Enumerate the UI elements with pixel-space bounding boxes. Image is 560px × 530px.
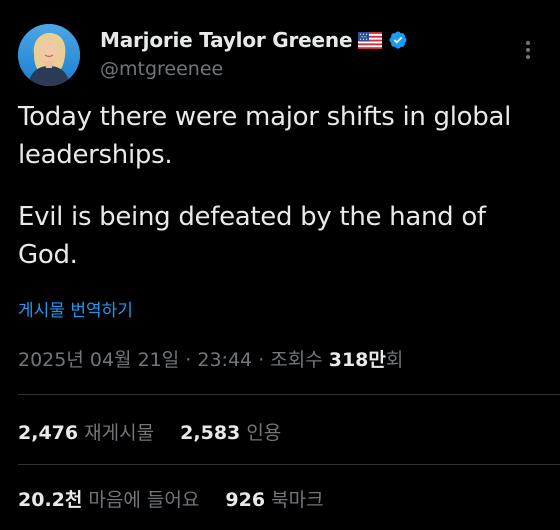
meta-separator: ·	[185, 349, 192, 371]
likes-count: 20.2천	[18, 489, 83, 511]
avatar[interactable]	[18, 24, 80, 86]
stats-row-engagement: 2,476 재게시물 2,583 인용	[18, 418, 281, 445]
bookmarks-count: 926	[225, 489, 266, 511]
views-label: 조회수	[270, 349, 323, 371]
quotes-count: 2,583	[180, 422, 241, 444]
views-count: 318만	[328, 349, 386, 371]
tweet-header: Marjorie Taylor Greene @mtgreenee	[18, 24, 542, 86]
likes-stat[interactable]: 20.2천 마음에 들어요	[18, 489, 205, 511]
reposts-count: 2,476	[18, 422, 79, 444]
reposts-stat[interactable]: 2,476 재게시물	[18, 422, 160, 444]
display-name[interactable]: Marjorie Taylor Greene	[100, 28, 353, 52]
views-suffix: 회	[385, 349, 404, 371]
post-date[interactable]: 2025년 04월 21일	[18, 349, 179, 371]
quotes-label: 인용	[246, 422, 282, 444]
post-time[interactable]: 23:44	[197, 349, 252, 371]
author-name-row: Marjorie Taylor Greene	[100, 28, 408, 52]
bookmarks-label: 북마크	[271, 489, 324, 511]
quotes-stat[interactable]: 2,583 인용	[180, 422, 281, 444]
tweet-text: Today there were major shifts in global …	[18, 98, 542, 298]
tweet-paragraph: Today there were major shifts in global …	[18, 102, 512, 170]
divider	[18, 464, 560, 465]
more-vertical-icon[interactable]	[518, 38, 538, 62]
tweet-paragraph: Evil is being defeated by the hand of Go…	[18, 202, 486, 270]
verified-badge-icon[interactable]	[388, 30, 408, 50]
likes-label: 마음에 들어요	[88, 489, 200, 511]
bookmarks-stat[interactable]: 926 북마크	[225, 489, 323, 511]
divider	[18, 394, 560, 395]
meta-separator: ·	[258, 349, 265, 371]
stats-row-likes: 20.2천 마음에 들어요 926 북마크	[18, 485, 324, 512]
reposts-label: 재게시물	[84, 422, 155, 444]
translate-post-link[interactable]: 게시물 번역하기	[18, 296, 133, 321]
us-flag-icon	[358, 31, 383, 49]
tweet-meta: 2025년 04월 21일 · 23:44 · 조회수 318만회	[18, 345, 403, 372]
author-handle[interactable]: @mtgreenee	[100, 58, 223, 80]
